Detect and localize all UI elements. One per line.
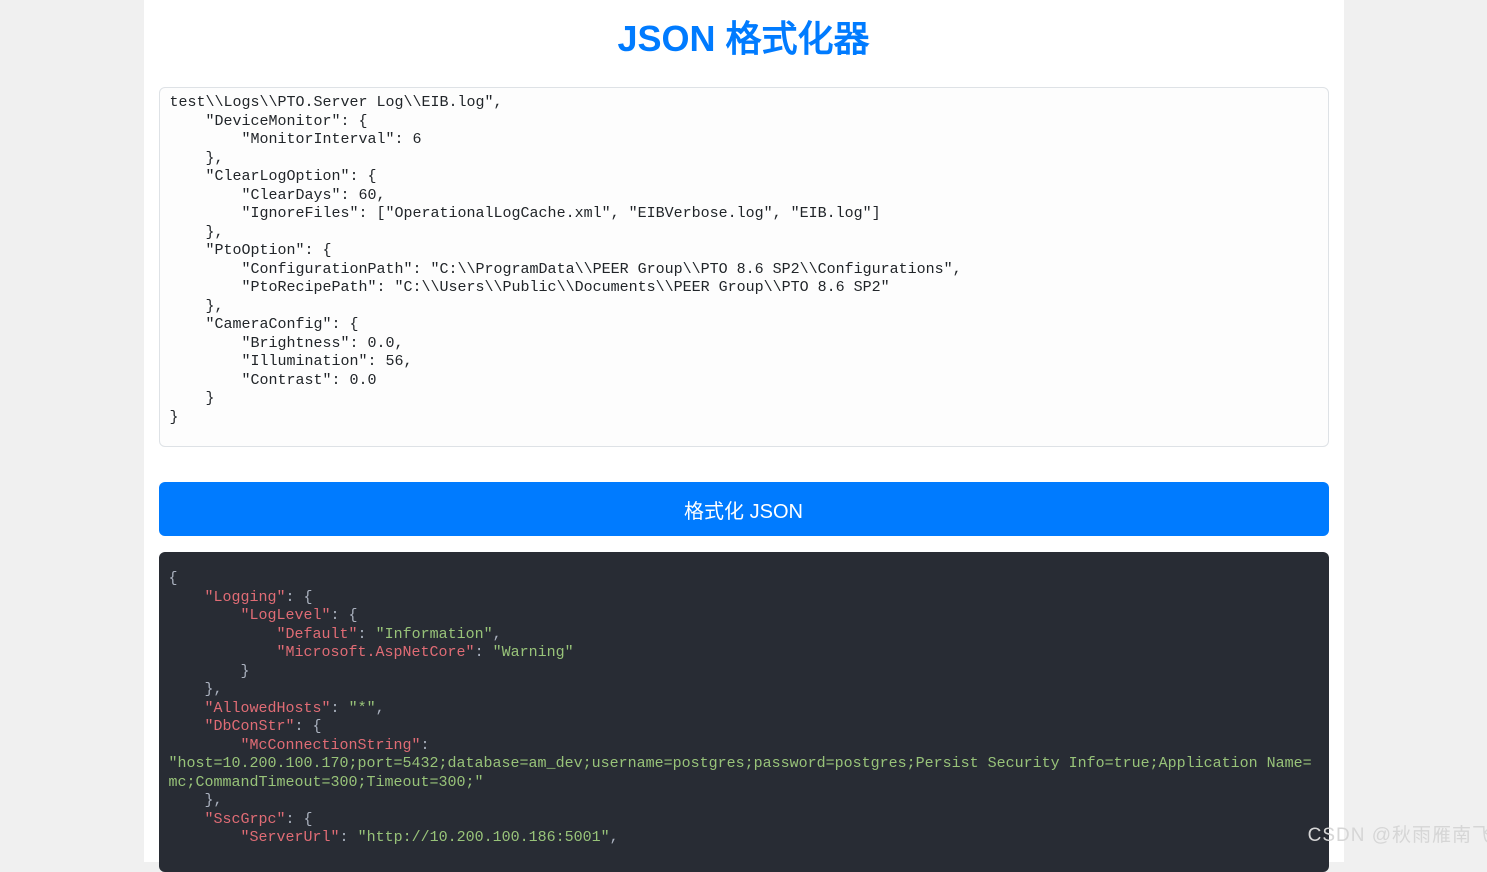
page-container: JSON 格式化器 格式化 JSON { "Logging": { "LogLe… xyxy=(144,0,1344,862)
json-output-panel: { "Logging": { "LogLevel": { "Default": … xyxy=(159,552,1329,872)
format-json-button[interactable]: 格式化 JSON xyxy=(159,482,1329,536)
page-title: JSON 格式化器 xyxy=(159,0,1329,87)
json-input-textarea[interactable] xyxy=(159,87,1329,447)
